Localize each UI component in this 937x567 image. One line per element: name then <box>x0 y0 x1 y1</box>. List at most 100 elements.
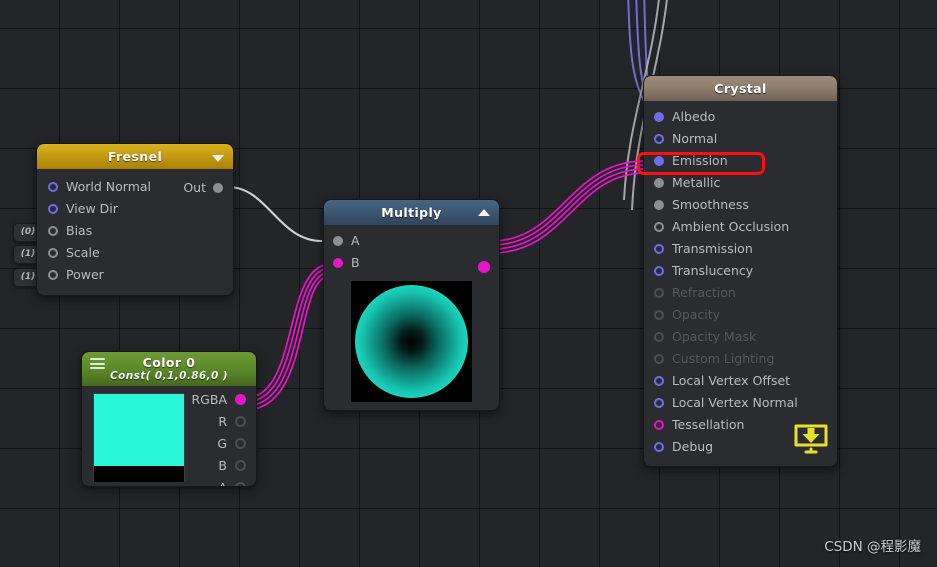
port-dot-icon[interactable] <box>654 178 664 188</box>
multiply-preview <box>351 281 472 402</box>
port-dot-icon[interactable] <box>654 156 664 166</box>
port-fresnel-out[interactable]: Out <box>183 180 223 195</box>
port-smoothness[interactable]: Smoothness <box>644 194 837 216</box>
shader-graph-canvas[interactable]: (0) (1) (1) Fresnel World Normal View Di… <box>0 0 937 567</box>
port-dot-icon[interactable] <box>213 182 223 193</box>
port-emission[interactable]: Emission <box>644 150 837 172</box>
port-dot-icon[interactable] <box>654 134 664 144</box>
chevron-down-icon[interactable] <box>212 154 224 162</box>
port-dot-icon[interactable] <box>654 200 664 210</box>
port-local-vertex-normal[interactable]: Local Vertex Normal <box>644 392 837 414</box>
multiply-header[interactable]: Multiply <box>324 200 499 225</box>
chevron-up-icon[interactable] <box>478 208 490 216</box>
port-label: Smoothness <box>672 197 749 212</box>
port-custom-lighting: Custom Lighting <box>644 348 837 370</box>
port-dot-icon[interactable] <box>235 394 246 405</box>
port-refraction: Refraction <box>644 282 837 304</box>
port-label: B <box>218 458 227 473</box>
port-label: Albedo <box>672 109 716 124</box>
port-dot-icon[interactable] <box>654 266 664 276</box>
port-dot-icon[interactable] <box>235 438 246 449</box>
port-normal[interactable]: Normal <box>644 128 837 150</box>
watermark: CSDN @程影魔 <box>824 539 921 555</box>
port-bias[interactable]: Bias <box>37 220 233 242</box>
port-dot-icon[interactable] <box>654 376 664 386</box>
port-dot-icon[interactable] <box>654 420 664 430</box>
port-dot-icon <box>654 288 664 298</box>
port-dot-icon <box>654 310 664 320</box>
port-dot-icon[interactable] <box>48 270 58 280</box>
port-dot-icon[interactable] <box>235 460 246 471</box>
port-dot-icon[interactable] <box>48 226 58 236</box>
color0-header[interactable]: Color 0 Const( 0,1,0.86,0 ) <box>82 352 256 386</box>
port-label: Custom Lighting <box>672 351 775 366</box>
port-label: A <box>218 480 227 486</box>
port-multiply-out[interactable] <box>478 261 490 273</box>
port-dot-icon[interactable] <box>48 248 58 258</box>
port-dot-icon[interactable] <box>333 258 343 268</box>
port-label: World Normal <box>66 179 152 194</box>
port-scale[interactable]: Scale <box>37 242 233 264</box>
port-ambient-occlusion[interactable]: Ambient Occlusion <box>644 216 837 238</box>
port-a[interactable]: A <box>218 480 246 486</box>
port-g[interactable]: G <box>217 436 246 451</box>
port-transmission[interactable]: Transmission <box>644 238 837 260</box>
port-local-vertex-offset[interactable]: Local Vertex Offset <box>644 370 837 392</box>
node-fresnel[interactable]: Fresnel World Normal View Dir Bias Scale <box>36 143 234 296</box>
node-multiply[interactable]: Multiply A B <box>323 199 500 411</box>
node-color-0[interactable]: Color 0 Const( 0,1,0.86,0 ) RGBA R G B <box>81 351 257 487</box>
port-label: Debug <box>672 439 714 454</box>
port-dot-icon <box>654 354 664 364</box>
port-label: Transmission <box>672 241 753 256</box>
node-crystal[interactable]: Crystal Albedo Normal Emission Metallic … <box>643 75 838 467</box>
port-b[interactable]: B <box>218 458 246 473</box>
hamburger-icon[interactable] <box>90 358 105 369</box>
port-label: Normal <box>672 131 718 146</box>
port-label: A <box>351 233 360 248</box>
multiply-title: Multiply <box>381 205 442 220</box>
color0-title: Color 0 <box>142 355 196 370</box>
port-dot-icon[interactable] <box>654 244 664 254</box>
crystal-header[interactable]: Crystal <box>644 76 837 101</box>
port-label: Translucency <box>672 263 754 278</box>
port-r[interactable]: R <box>218 414 246 429</box>
crystal-body: Albedo Normal Emission Metallic Smoothne… <box>644 101 837 466</box>
port-label: Power <box>66 267 104 282</box>
port-dot-icon[interactable] <box>654 398 664 408</box>
port-label: Bias <box>66 223 93 238</box>
port-label: Out <box>183 180 206 195</box>
port-b-input[interactable]: B <box>324 252 499 274</box>
port-dot-icon[interactable] <box>333 236 343 246</box>
wire-color0-to-multiply-b <box>244 263 331 411</box>
port-dot-icon[interactable] <box>235 416 246 427</box>
port-dot-icon[interactable] <box>235 482 246 486</box>
port-label: Opacity <box>672 307 721 322</box>
port-label: Emission <box>672 153 728 168</box>
fresnel-header[interactable]: Fresnel <box>37 144 233 169</box>
save-to-monitor-icon[interactable] <box>792 422 830 456</box>
port-label: B <box>351 255 360 270</box>
port-label: RGBA <box>191 392 228 407</box>
port-translucency[interactable]: Translucency <box>644 260 837 282</box>
color0-body: RGBA R G B A <box>82 386 256 486</box>
port-label: Refraction <box>672 285 736 300</box>
port-dot-icon[interactable] <box>654 442 664 452</box>
port-dot-icon[interactable] <box>654 222 664 232</box>
port-view-dir[interactable]: View Dir <box>37 198 233 220</box>
color-swatch[interactable] <box>93 393 185 482</box>
port-albedo[interactable]: Albedo <box>644 106 837 128</box>
wire-multiply-out-to-crystal-emission <box>491 160 646 254</box>
port-dot-icon[interactable] <box>654 112 664 122</box>
port-rgba[interactable]: RGBA <box>191 392 246 407</box>
color0-subtitle: Const( 0,1,0.86,0 ) <box>110 370 228 382</box>
cyan-sphere-preview <box>355 285 468 398</box>
port-dot-icon[interactable] <box>48 182 58 192</box>
port-dot-icon[interactable] <box>48 204 58 214</box>
port-opacity-mask: Opacity Mask <box>644 326 837 348</box>
port-a-input[interactable]: A <box>324 230 499 252</box>
port-metallic[interactable]: Metallic <box>644 172 837 194</box>
port-power[interactable]: Power <box>37 264 233 286</box>
wire-fresnel-out-to-multiply-a <box>227 185 323 243</box>
color-swatch-rgb <box>94 394 184 466</box>
port-label: Metallic <box>672 175 721 190</box>
